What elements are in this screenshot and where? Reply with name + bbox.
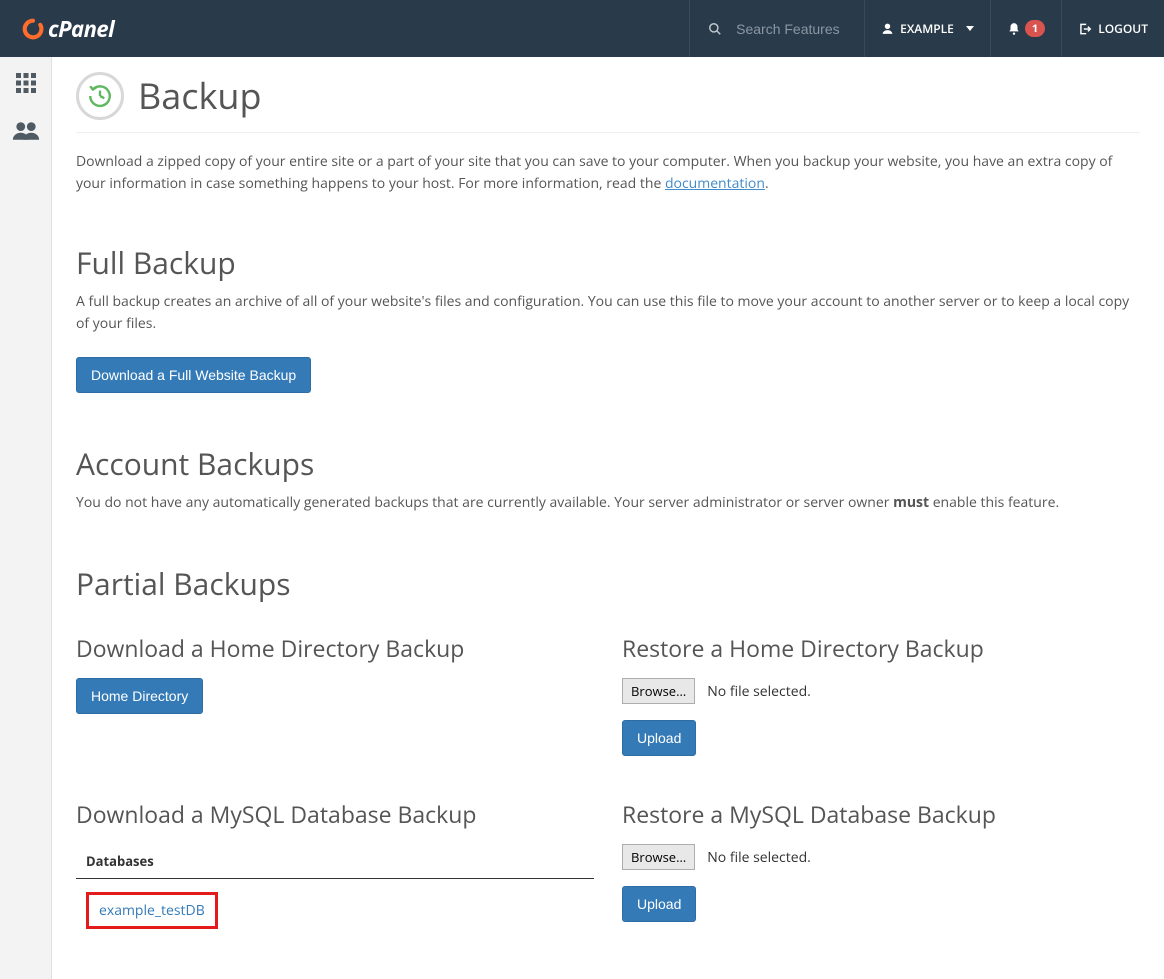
account-backups-desc: You do not have any automatically genera… <box>76 492 1140 514</box>
notification-badge: 1 <box>1025 20 1045 37</box>
restore-home-col: Restore a Home Directory Backup Browse… … <box>622 632 1140 756</box>
backup-page-icon <box>76 72 124 120</box>
intro-prefix: Download a zipped copy of your entire si… <box>76 152 1112 193</box>
main-content: Backup Download a zipped copy of your en… <box>52 57 1164 979</box>
download-home-heading: Download a Home Directory Backup <box>76 632 594 664</box>
account-backups-heading: Account Backups <box>76 443 1140 484</box>
user-menu[interactable]: EXAMPLE <box>864 0 990 57</box>
cpanel-logo-text: cPanel <box>48 14 114 44</box>
browse-mysql-button[interactable]: Browse… <box>622 844 695 870</box>
acct-desc-bold: must <box>893 493 929 512</box>
notifications-button[interactable]: 1 <box>990 0 1061 57</box>
download-home-col: Download a Home Directory Backup Home Di… <box>76 632 594 756</box>
cpanel-logo-icon <box>20 16 46 42</box>
search-icon <box>708 22 722 36</box>
users-icon <box>12 120 40 142</box>
full-backup-desc: A full backup creates an archive of all … <box>76 291 1140 334</box>
home-directory-button[interactable]: Home Directory <box>76 678 203 714</box>
intro-suffix: . <box>765 174 769 193</box>
logout-icon <box>1078 22 1092 36</box>
home-directory-row: Download a Home Directory Backup Home Di… <box>76 632 1140 756</box>
browse-home-button[interactable]: Browse… <box>622 678 695 704</box>
sidebar-home-button[interactable] <box>14 71 38 100</box>
sidebar-users-button[interactable] <box>12 120 40 147</box>
full-backup-section: Full Backup A full backup creates an arc… <box>76 242 1140 392</box>
download-mysql-col: Download a MySQL Database Backup Databas… <box>76 798 594 939</box>
account-backups-section: Account Backups You do not have any auto… <box>76 443 1140 514</box>
page-title: Backup <box>138 71 262 120</box>
documentation-link[interactable]: documentation <box>665 174 765 193</box>
download-mysql-heading: Download a MySQL Database Backup <box>76 798 594 830</box>
restore-home-heading: Restore a Home Directory Backup <box>622 632 1140 664</box>
mysql-row: Download a MySQL Database Backup Databas… <box>76 798 1140 939</box>
home-nofile-label: No file selected. <box>707 682 811 701</box>
left-sidebar <box>0 57 52 979</box>
mysql-nofile-label: No file selected. <box>707 848 811 867</box>
restore-mysql-heading: Restore a MySQL Database Backup <box>622 798 1140 830</box>
clock-arrow-icon <box>87 83 113 109</box>
restore-home-file-row: Browse… No file selected. <box>622 678 1140 704</box>
user-icon <box>881 22 894 35</box>
username-label: EXAMPLE <box>900 20 954 37</box>
table-row: example_testDB <box>76 879 594 939</box>
acct-desc-prefix: You do not have any automatically genera… <box>76 493 893 512</box>
partial-backups-section: Partial Backups <box>76 563 1140 604</box>
search-container <box>689 0 864 57</box>
page-header: Backup <box>76 71 1140 133</box>
upload-home-button[interactable]: Upload <box>622 720 696 756</box>
databases-header: Databases <box>76 844 594 879</box>
restore-mysql-col: Restore a MySQL Database Backup Browse… … <box>622 798 1140 939</box>
download-full-backup-button[interactable]: Download a Full Website Backup <box>76 357 311 393</box>
search-input[interactable] <box>736 21 846 37</box>
chevron-down-icon <box>966 26 974 31</box>
upload-mysql-button[interactable]: Upload <box>622 886 696 922</box>
grid-icon <box>14 71 38 95</box>
cpanel-logo[interactable]: cPanel <box>20 14 114 44</box>
top-navbar: cPanel EXAMPLE 1 LOGOUT <box>0 0 1164 57</box>
logout-button[interactable]: LOGOUT <box>1061 0 1164 57</box>
partial-backups-heading: Partial Backups <box>76 563 1140 604</box>
highlighted-db-box: example_testDB <box>86 892 218 929</box>
database-link[interactable]: example_testDB <box>99 901 205 920</box>
restore-mysql-file-row: Browse… No file selected. <box>622 844 1140 870</box>
bell-icon <box>1007 22 1021 36</box>
acct-desc-suffix: enable this feature. <box>929 493 1059 512</box>
logout-label: LOGOUT <box>1098 20 1148 37</box>
intro-text: Download a zipped copy of your entire si… <box>76 151 1140 194</box>
full-backup-heading: Full Backup <box>76 242 1140 283</box>
